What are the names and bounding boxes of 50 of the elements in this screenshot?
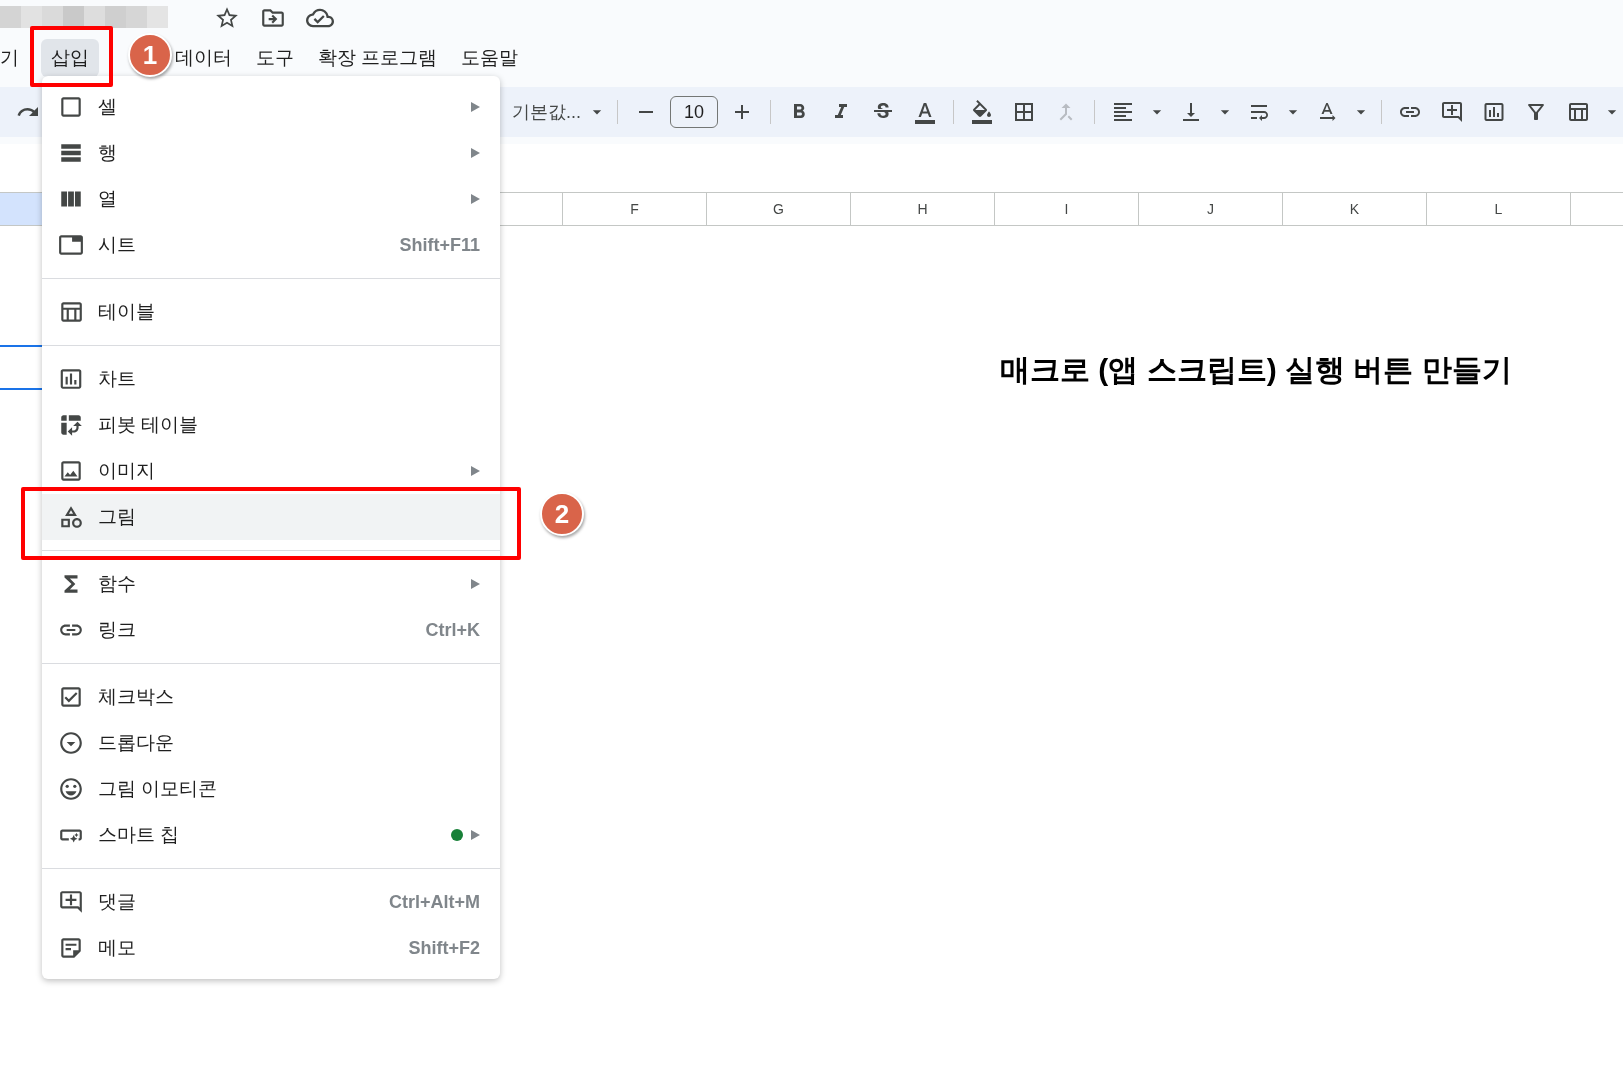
shapes-icon bbox=[58, 504, 84, 530]
menu-option[interactable]: 테이블 bbox=[42, 289, 500, 335]
column-header[interactable]: F bbox=[563, 193, 707, 225]
menu-option[interactable]: 함수 bbox=[42, 561, 500, 607]
menu-item[interactable]: 기 bbox=[0, 39, 29, 77]
dropdown-icon bbox=[58, 730, 84, 756]
column-header[interactable]: H bbox=[851, 193, 995, 225]
note-icon bbox=[58, 935, 84, 961]
column-header[interactable]: L bbox=[1427, 193, 1571, 225]
column-header[interactable]: I bbox=[995, 193, 1139, 225]
tab-icon bbox=[58, 232, 84, 258]
column-header[interactable]: G bbox=[707, 193, 851, 225]
menu-option[interactable]: 이미지 bbox=[42, 448, 500, 494]
chart-icon bbox=[58, 366, 84, 392]
menu-option[interactable]: 그림 bbox=[42, 494, 500, 540]
menu-item[interactable]: 도구 bbox=[246, 39, 304, 77]
table-icon bbox=[58, 299, 84, 325]
menu-option[interactable]: 셀 bbox=[42, 84, 500, 130]
menu-item[interactable]: 확장 프로그램 bbox=[308, 39, 448, 77]
menu-option[interactable]: 드롭다운 bbox=[42, 720, 500, 766]
menu-option[interactable]: 체크박스 bbox=[42, 674, 500, 720]
menu-option[interactable]: 스마트 칩 bbox=[42, 812, 500, 858]
row-header-selected bbox=[0, 193, 42, 225]
menu-option[interactable]: 열 bbox=[42, 176, 500, 222]
menu-item[interactable]: 도움말 bbox=[451, 39, 529, 77]
menu-option[interactable]: 메모 Shift+F2 bbox=[42, 925, 500, 971]
column-header[interactable]: J bbox=[1139, 193, 1283, 225]
column-header[interactable]: K bbox=[1283, 193, 1427, 225]
menu-option[interactable]: 차트 bbox=[42, 356, 500, 402]
shortcut: Shift+F2 bbox=[408, 937, 480, 959]
image-icon bbox=[58, 458, 84, 484]
menu-option[interactable]: 그림 이모티콘 bbox=[42, 766, 500, 812]
menu-option[interactable]: 행 bbox=[42, 130, 500, 176]
shortcut: Ctrl+Alt+M bbox=[389, 891, 480, 913]
menu-item[interactable]: 삽입 bbox=[41, 39, 99, 77]
sheet-title: 매크로 (앱 스크립트) 실행 버튼 만들기 bbox=[1000, 352, 1512, 386]
menu-option[interactable]: 시트 Shift+F11 bbox=[42, 222, 500, 268]
comment-icon bbox=[58, 889, 84, 915]
font-select[interactable]: 기본값... bbox=[512, 100, 581, 124]
menu-option[interactable]: 댓글 Ctrl+Alt+M bbox=[42, 879, 500, 925]
checkbox-icon bbox=[58, 684, 84, 710]
menu-option[interactable]: 링크 Ctrl+K bbox=[42, 607, 500, 653]
pivot-table-icon bbox=[58, 412, 84, 438]
shortcut: Shift+F11 bbox=[399, 234, 480, 256]
shortcut: Ctrl+K bbox=[425, 619, 480, 641]
smiley-icon bbox=[58, 776, 84, 802]
menu-option[interactable]: 피봇 테이블 bbox=[42, 402, 500, 448]
font-size-field[interactable]: 10 bbox=[670, 96, 718, 128]
step-badge: 2 bbox=[540, 492, 584, 536]
star-icon[interactable] bbox=[214, 5, 240, 31]
